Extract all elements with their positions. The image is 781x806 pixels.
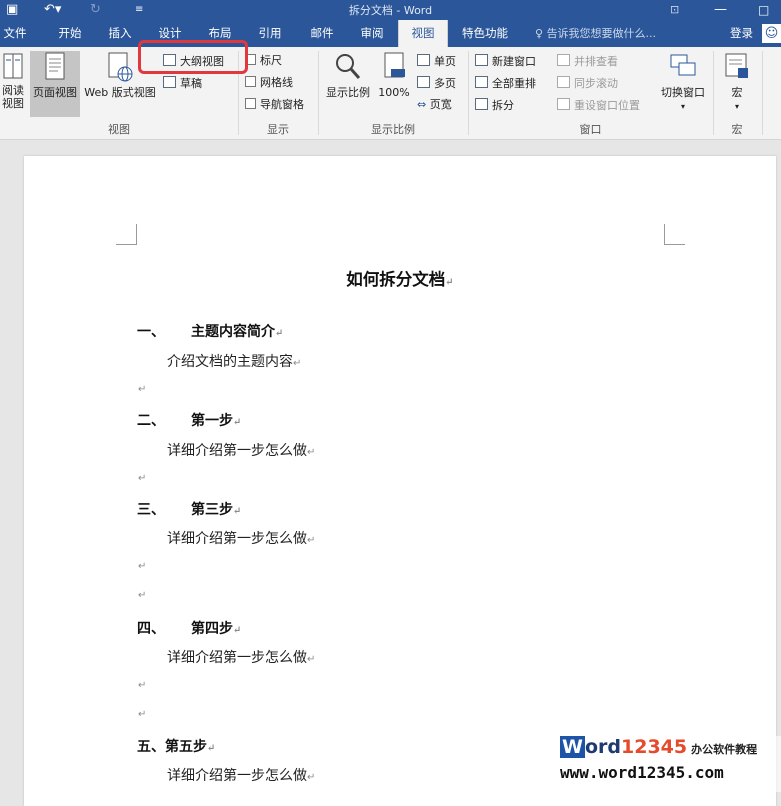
- section-body[interactable]: 详细介绍第一步怎么做↵: [167, 528, 315, 548]
- one-page-icon: [417, 54, 430, 66]
- dropdown-arrow-icon: ▾: [734, 102, 739, 111]
- paragraph-mark: ↵: [138, 473, 147, 484]
- page-width-icon: ⇔: [417, 98, 430, 111]
- nav-pane-checkbox[interactable]: 导航窗格: [245, 98, 304, 112]
- tab-review[interactable]: 审阅: [352, 20, 392, 47]
- title-bar: ▣ ↶▾ ↻ ≡ 拆分文档 - Word ⊡ — □: [0, 0, 781, 20]
- document-title[interactable]: 如何拆分文档↵: [24, 266, 776, 290]
- switch-window-icon: [670, 54, 696, 76]
- tab-file[interactable]: 文件: [0, 20, 30, 47]
- section-heading[interactable]: 三、 第三步↵: [137, 499, 241, 519]
- ribbon-view: 阅读 视图 页面视图 Web 版式视图 大纲视图 草稿 视图 标尺 网格线 导航…: [0, 47, 781, 140]
- paragraph-mark: ↵: [138, 680, 147, 691]
- print-layout-label: 页面视图: [33, 86, 77, 99]
- side-by-side-button[interactable]: 并排查看: [557, 54, 618, 69]
- macros-group-label: 宏: [731, 123, 743, 136]
- tab-references[interactable]: 引用: [250, 20, 290, 47]
- section-heading[interactable]: 一、 主题内容简介↵: [137, 321, 283, 341]
- zoom-label: 显示比例: [326, 86, 370, 99]
- switch-window-label: 切换窗口: [661, 86, 705, 99]
- one-page-button[interactable]: 单页: [417, 54, 456, 69]
- sync-scroll-icon: [557, 76, 570, 88]
- new-window-icon: [475, 54, 488, 66]
- user-icon[interactable]: ☺: [762, 24, 781, 43]
- reset-position-button[interactable]: 重设窗口位置: [557, 98, 640, 113]
- print-layout-button[interactable]: 页面视图: [30, 51, 80, 117]
- ribbon-display-icon[interactable]: ⊡: [670, 1, 679, 19]
- sync-scroll-button[interactable]: 同步滚动: [557, 76, 618, 91]
- section-body[interactable]: 详细介绍第一步怎么做↵: [167, 440, 315, 460]
- read-mode-label: 阅读 视图: [2, 84, 24, 110]
- window-title: 拆分文档 - Word: [348, 4, 433, 17]
- arrange-all-button[interactable]: 全部重排: [475, 76, 536, 91]
- macros-label: 宏: [731, 86, 743, 99]
- section-body[interactable]: 介绍文档的主题内容↵: [167, 351, 301, 371]
- read-mode-button[interactable]: 阅读 视图: [0, 51, 26, 110]
- divider: [762, 51, 763, 135]
- window-group-label: 窗口: [579, 123, 602, 136]
- section-body[interactable]: 详细介绍第一步怎么做↵: [167, 647, 315, 667]
- web-layout-icon: [108, 52, 133, 82]
- views-group-label: 视图: [108, 123, 130, 136]
- page-width-button[interactable]: ⇔ 页宽: [417, 98, 452, 112]
- section-heading[interactable]: 四、 第四步↵: [137, 618, 241, 638]
- show-group-label: 显示: [267, 123, 289, 136]
- crop-mark: [116, 224, 137, 245]
- checkbox-icon: [245, 76, 256, 87]
- read-mode-icon: [3, 53, 23, 79]
- ruler-checkbox[interactable]: 标尺: [245, 54, 282, 68]
- section-body[interactable]: 详细介绍第一步怎么做↵: [167, 765, 315, 785]
- paragraph-mark: ↵: [138, 590, 147, 601]
- tab-home[interactable]: 开始: [50, 20, 90, 47]
- zoom-100-icon: [384, 52, 405, 78]
- macros-button[interactable]: 宏 ▾: [718, 51, 756, 113]
- zoom-group-label: 显示比例: [371, 123, 415, 136]
- paragraph-mark: ↵: [138, 709, 147, 720]
- gridlines-checkbox[interactable]: 网格线: [245, 76, 293, 90]
- watermark-logo: Word12345 办公软件教程: [560, 736, 758, 758]
- tab-view[interactable]: 视图: [398, 20, 448, 47]
- paragraph-mark: ↵: [138, 384, 147, 395]
- section-heading[interactable]: 二、 第一步↵: [137, 410, 241, 430]
- document-page[interactable]: 如何拆分文档↵ 一、 主题内容简介↵ 介绍文档的主题内容↵ ↵ 二、 第一步↵ 详细…: [24, 156, 776, 806]
- maximize-icon[interactable]: □: [758, 1, 769, 19]
- login-link[interactable]: 登录: [730, 20, 753, 47]
- tab-insert[interactable]: 插入: [100, 20, 140, 47]
- crop-mark: [664, 224, 685, 245]
- arrange-all-icon: [475, 76, 488, 88]
- split-button[interactable]: 拆分: [475, 98, 514, 113]
- print-layout-icon: [45, 52, 65, 80]
- tab-features[interactable]: 特色功能: [455, 20, 515, 47]
- highlight-annotation: [138, 40, 248, 74]
- draft-view-button[interactable]: 草稿: [163, 76, 202, 91]
- minimize-icon[interactable]: —: [714, 1, 727, 19]
- split-icon: [475, 98, 488, 110]
- tell-me-box[interactable]: ♀ 告诉我您想要做什么...: [535, 20, 656, 47]
- macro-icon: [725, 53, 748, 78]
- dropdown-arrow-icon: ▾: [680, 102, 685, 111]
- zoom-button[interactable]: 显示比例: [322, 51, 374, 99]
- watermark-url: www.word12345.com: [560, 763, 724, 782]
- web-layout-label: Web 版式视图: [84, 86, 156, 99]
- ribbon-tabs: 文件 开始 插入 设计 布局 引用 邮件 审阅 视图 特色功能 ♀ 告诉我您想要…: [0, 20, 781, 47]
- new-window-button[interactable]: 新建窗口: [475, 54, 536, 69]
- watermark: Word12345 办公软件教程 www.word12345.com: [556, 736, 781, 792]
- lightbulb-icon: ♀: [535, 27, 547, 40]
- switch-window-button[interactable]: 切换窗口 ▾: [656, 51, 710, 113]
- multi-page-button[interactable]: 多页: [417, 76, 456, 91]
- reset-position-icon: [557, 98, 570, 110]
- zoom-100-button[interactable]: 100%: [376, 51, 412, 99]
- checkbox-icon: [245, 98, 256, 109]
- multi-page-icon: [417, 76, 430, 88]
- section-heading[interactable]: 五、第五步↵: [137, 736, 215, 756]
- side-by-side-icon: [557, 54, 570, 66]
- draft-icon: [163, 76, 176, 88]
- zoom-100-label: 100%: [378, 86, 410, 99]
- tab-mailings[interactable]: 邮件: [302, 20, 342, 47]
- paragraph-mark: ↵: [138, 561, 147, 572]
- magnifier-icon: [336, 54, 361, 79]
